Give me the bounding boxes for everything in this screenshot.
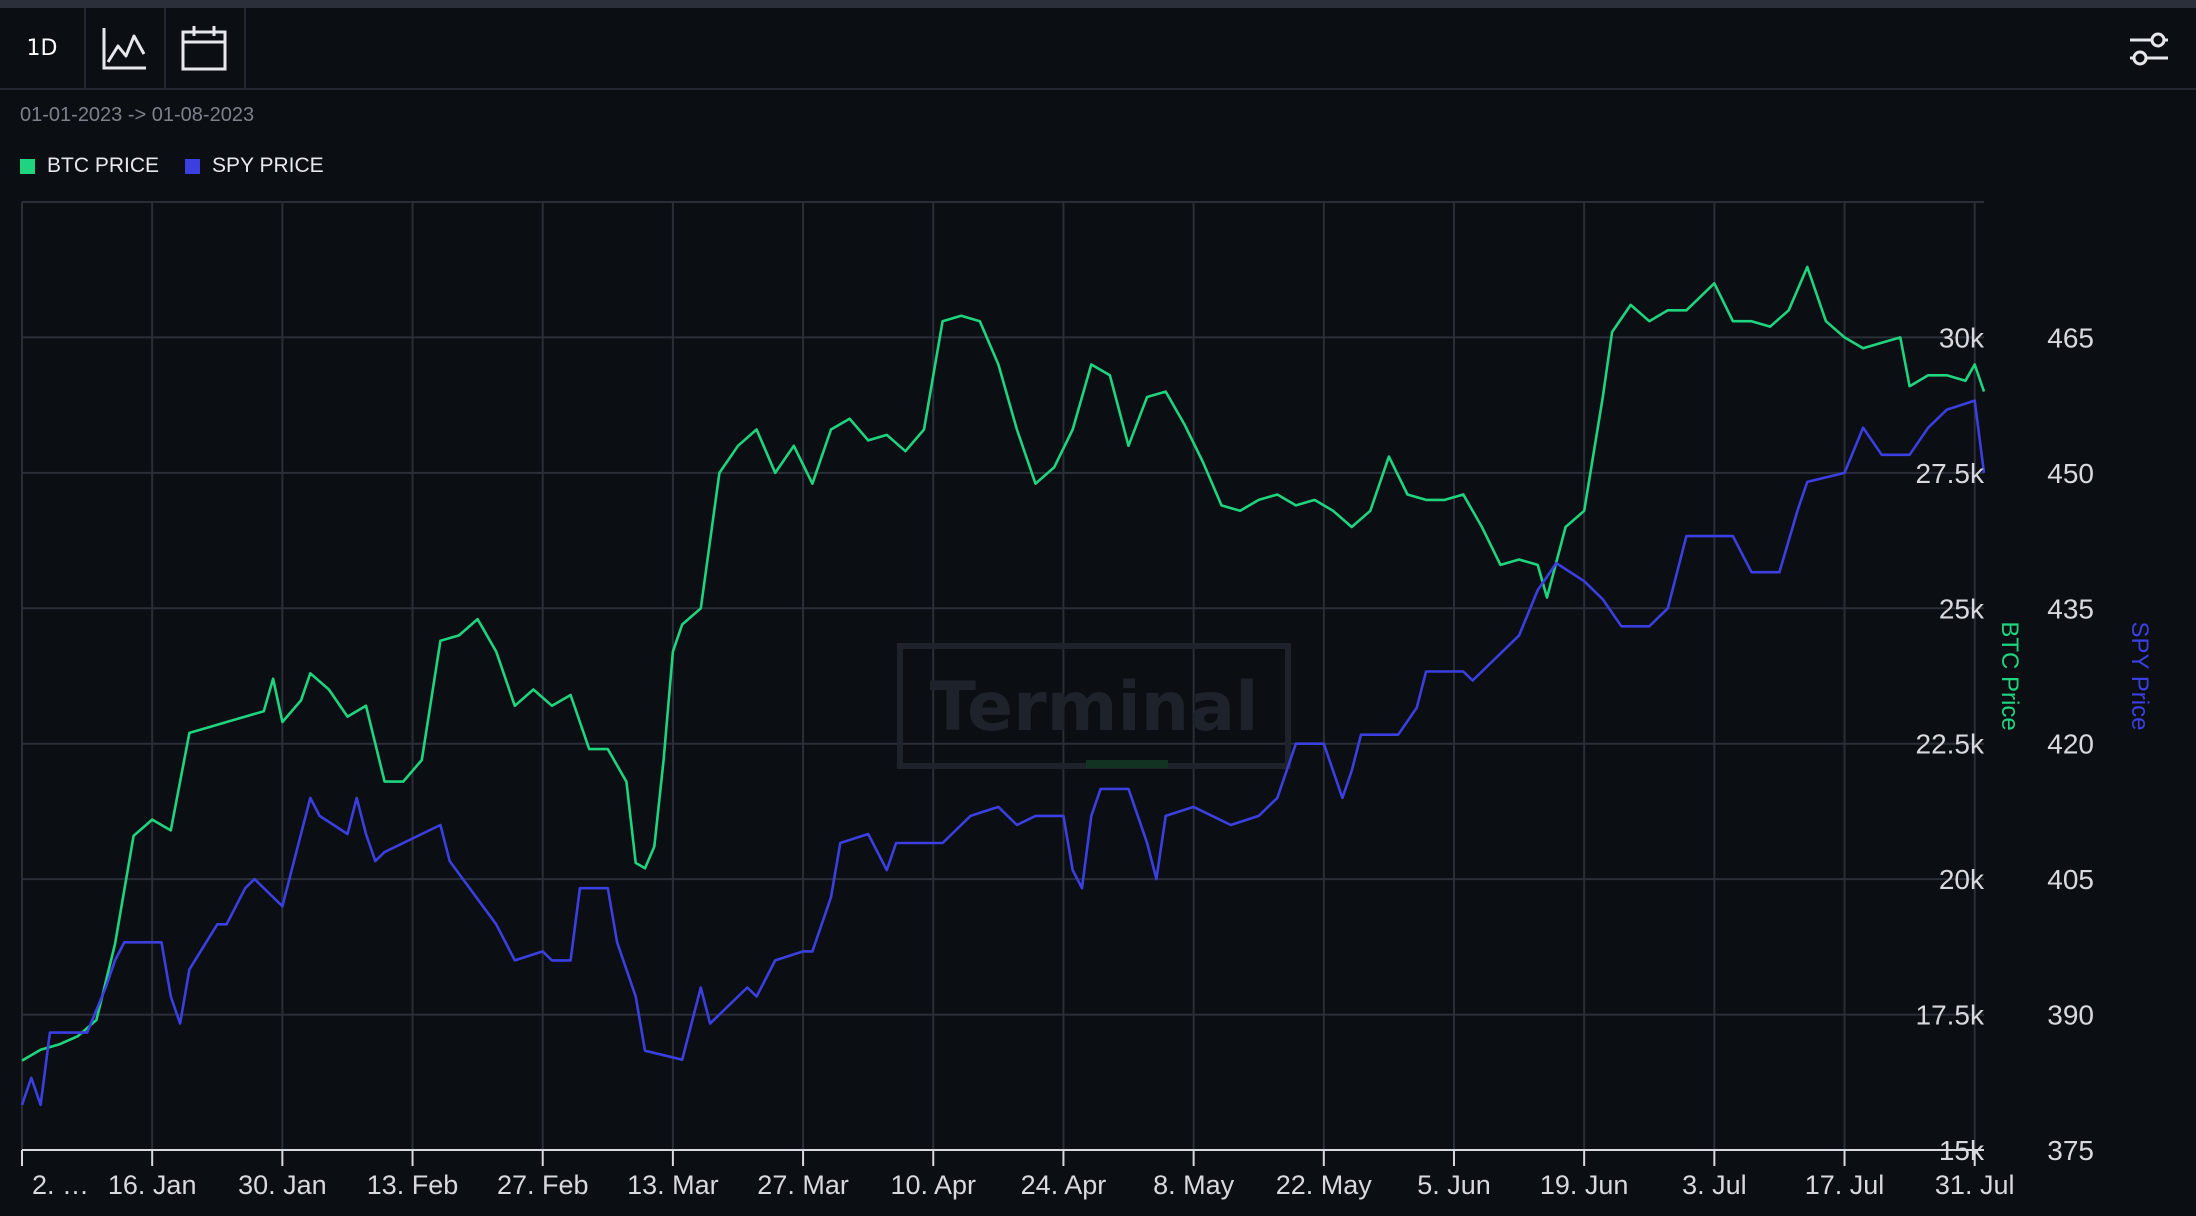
x-tick-label: 8. May <box>1153 1170 1235 1200</box>
x-tick-label: 17. Jul <box>1805 1170 1885 1200</box>
y-axis-right-title: SPY Price <box>2126 622 2153 731</box>
y-axis-right-ticks: 375 390 405 420 435 450 465 <box>2047 322 2094 1166</box>
x-tick-label: 19. Jun <box>1540 1170 1629 1200</box>
x-tick-label: 3. Jul <box>1682 1170 1747 1200</box>
x-tick-label: 27. Feb <box>497 1170 589 1200</box>
spy-price-line <box>20 399 1986 1107</box>
x-tick-label: 24. Apr <box>1021 1170 1107 1200</box>
y-left-tick-label: 17.5k <box>1916 1000 1985 1031</box>
y-right-tick-label: 450 <box>2047 458 2094 489</box>
x-tick-label: 22. May <box>1276 1170 1373 1200</box>
y-right-tick-label: 375 <box>2047 1135 2094 1166</box>
y-left-tick-label: 20k <box>1939 864 1985 895</box>
x-tick-label: 27. Mar <box>757 1170 849 1200</box>
btc-price-line <box>21 265 1986 1062</box>
y-axis-left-title: BTC Price <box>1996 621 2023 730</box>
y-left-tick-label: 22.5k <box>1916 729 1985 760</box>
x-tick-label: 30. Jan <box>238 1170 327 1200</box>
watermark-text: Terminal <box>930 668 1259 747</box>
x-tick-label: 2. … <box>32 1170 89 1200</box>
y-left-tick-label: 30k <box>1939 322 1985 353</box>
x-tick-label: 5. Jun <box>1417 1170 1491 1200</box>
x-tick-label: 10. Apr <box>890 1170 976 1200</box>
x-tick-label: 31. Jul <box>1935 1170 2015 1200</box>
x-axis: 2. … 16. Jan 30. Jan 13. Feb 27. Feb 13. Mar 2… <box>21 1149 2015 1200</box>
x-tick-label: 16. Jan <box>108 1170 197 1200</box>
x-tick-label: 13. Mar <box>627 1170 719 1200</box>
y-right-tick-label: 465 <box>2047 322 2094 353</box>
y-left-tick-label: 25k <box>1939 593 1985 624</box>
y-right-tick-label: 420 <box>2047 729 2094 760</box>
price-chart[interactable]: Terminal 15k17.5k20k22.5k25k27.5k30k 375… <box>0 0 2196 1216</box>
y-right-tick-label: 435 <box>2047 593 2094 624</box>
watermark: Terminal <box>897 643 1291 769</box>
x-tick-label: 13. Feb <box>367 1170 459 1200</box>
y-right-tick-label: 390 <box>2047 1000 2094 1031</box>
y-right-tick-label: 405 <box>2047 864 2094 895</box>
y-left-tick-label: 27.5k <box>1916 458 1985 489</box>
